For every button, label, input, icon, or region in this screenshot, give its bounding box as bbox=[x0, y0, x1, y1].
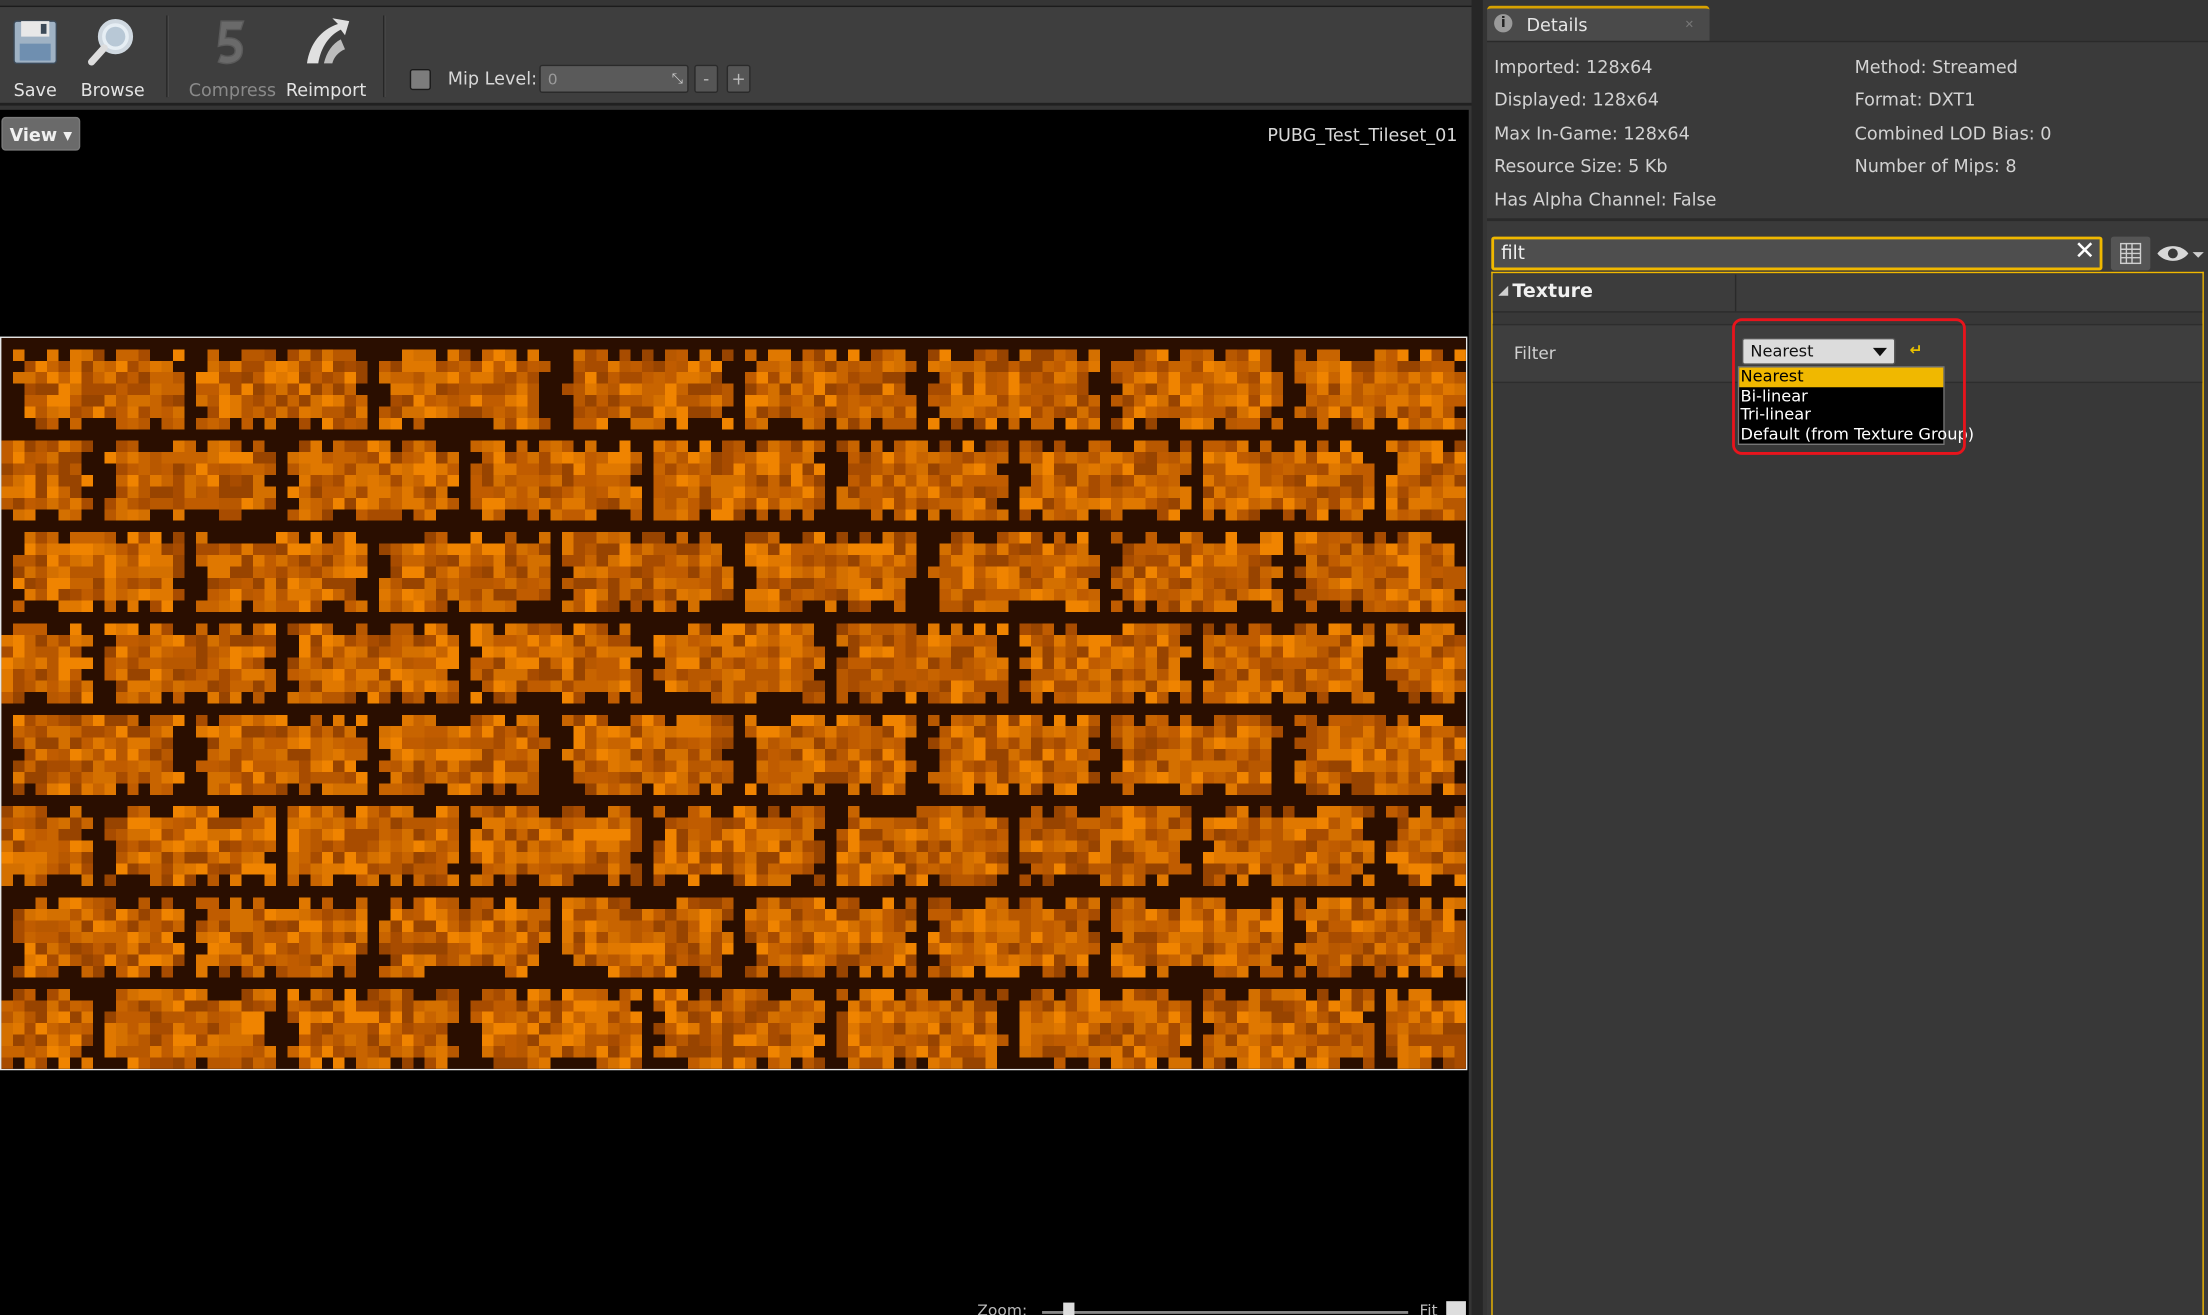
filter-option-nearest[interactable]: Nearest bbox=[1739, 367, 1944, 387]
toolbar: Save Browse Compress Reimport Mip Level:… bbox=[0, 5, 1472, 106]
grid-view-icon bbox=[2120, 242, 2142, 265]
mip-level-label: Mip Level: bbox=[447, 67, 538, 89]
save-button[interactable]: Save bbox=[0, 13, 75, 100]
compress-label: Compress bbox=[188, 78, 277, 100]
browse-label: Browse bbox=[80, 78, 145, 100]
collapse-arrow-icon[interactable] bbox=[1498, 285, 1509, 296]
spin-arrows-icon[interactable]: ⤡ bbox=[672, 66, 683, 94]
compress-button[interactable]: Compress bbox=[188, 13, 277, 100]
info-imported: Imported: 128x64 bbox=[1494, 56, 1653, 78]
chevron-down-icon: ▾ bbox=[63, 123, 73, 146]
texture-preview bbox=[0, 336, 1468, 1071]
details-panel: Imported: 128x64 Displayed: 128x64 Max I… bbox=[1487, 40, 2208, 1315]
view-options-button[interactable] bbox=[2155, 239, 2206, 267]
info-resource-size: Resource Size: 5 Kb bbox=[1494, 154, 1668, 177]
details-tab[interactable]: i Details ✕ bbox=[1487, 5, 1710, 41]
asset-name: PUBG_Test_Tileset_01 bbox=[1267, 123, 1458, 146]
reimport-button[interactable]: Reimport bbox=[285, 13, 367, 100]
zoom-slider-thumb[interactable] bbox=[1063, 1302, 1075, 1315]
mip-level-value: 0 bbox=[547, 70, 558, 89]
panel-splitter[interactable] bbox=[1471, 0, 1483, 1315]
info-lod-bias: Combined LOD Bias: 0 bbox=[1854, 122, 2052, 144]
toolbar-separator bbox=[383, 15, 386, 98]
info-num-mips: Number of Mips: 8 bbox=[1854, 154, 2017, 177]
filter-dropdown-list: Nearest Bi-linear Tri-linear Default (fr… bbox=[1737, 366, 1975, 445]
brick-texture-image bbox=[1, 337, 1466, 1069]
filter-option-bilinear[interactable]: Bi-linear bbox=[1739, 386, 1943, 406]
zoom-slider[interactable] bbox=[1042, 1311, 1409, 1314]
info-has-alpha: Has Alpha Channel: False bbox=[1494, 188, 1717, 210]
category-texture[interactable]: Texture bbox=[1492, 274, 2203, 313]
divider bbox=[1487, 218, 2208, 222]
category-label: Texture bbox=[1512, 280, 1593, 303]
toolbar-separator bbox=[166, 15, 169, 98]
mip-level-checkbox[interactable] bbox=[409, 69, 431, 91]
filter-option-trilinear[interactable]: Tri-linear bbox=[1739, 405, 1943, 425]
reimport-label: Reimport bbox=[285, 78, 367, 100]
reset-arrow-icon[interactable]: ↵ bbox=[1910, 341, 1923, 359]
info-format: Format: DXT1 bbox=[1854, 88, 1976, 110]
mip-level-input[interactable]: 0 ⤡ bbox=[539, 64, 689, 94]
zoom-fit-label: Fit bbox=[1419, 1301, 1438, 1315]
view-button-label: View bbox=[9, 123, 58, 146]
close-icon[interactable]: ✕ bbox=[1685, 18, 1694, 31]
mip-decrement-button[interactable]: - bbox=[694, 64, 719, 93]
browse-button[interactable]: Browse bbox=[73, 13, 152, 100]
info-method: Method: Streamed bbox=[1854, 56, 2018, 78]
filter-selected-value: Nearest bbox=[1750, 340, 1814, 361]
dropdown-caret-icon bbox=[1872, 347, 1887, 357]
filter-combo-box[interactable]: Nearest bbox=[1741, 337, 1896, 365]
save-label: Save bbox=[13, 78, 57, 100]
info-displayed: Displayed: 128x64 bbox=[1494, 88, 1659, 110]
view-menu-button[interactable]: View ▾ bbox=[1, 116, 81, 151]
search-input[interactable] bbox=[1501, 240, 2051, 267]
zoom-label: Zoom: bbox=[977, 1301, 1028, 1315]
details-tab-title: Details bbox=[1526, 14, 1588, 36]
property-search-box[interactable]: ✕ bbox=[1491, 236, 2103, 271]
save-icon bbox=[13, 20, 58, 65]
eye-icon bbox=[2157, 246, 2204, 261]
property-label: Filter bbox=[1513, 343, 1556, 364]
filter-option-default[interactable]: Default (from Texture Group) bbox=[1739, 424, 1975, 444]
texture-viewport[interactable]: View ▾ PUBG_Test_Tileset_01 Zoom: Fit bbox=[0, 109, 1469, 1315]
compress-icon bbox=[217, 20, 245, 65]
zoom-mode-dropdown[interactable] bbox=[1446, 1301, 1466, 1315]
mip-increment-button[interactable]: + bbox=[726, 64, 751, 93]
column-divider bbox=[1734, 274, 1737, 312]
info-max-in-game: Max In-Game: 128x64 bbox=[1494, 122, 1690, 144]
property-matrix-button[interactable] bbox=[2110, 236, 2151, 271]
texture-editor-window: Save Browse Compress Reimport Mip Level:… bbox=[0, 0, 2208, 1315]
clear-search-icon[interactable]: ✕ bbox=[2074, 237, 2095, 267]
reimport-icon bbox=[306, 18, 350, 64]
browse-icon bbox=[88, 19, 134, 66]
info-icon: i bbox=[1494, 14, 1513, 33]
